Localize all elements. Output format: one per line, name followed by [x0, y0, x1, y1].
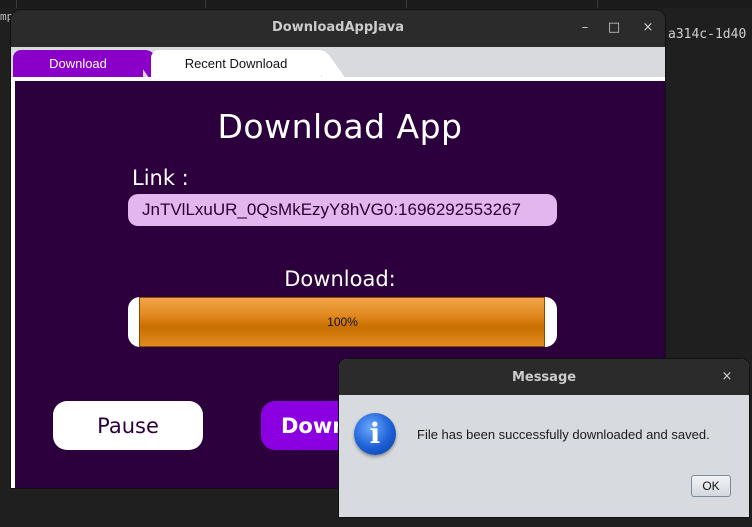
tab-label: Download	[49, 56, 107, 71]
desktop-tab	[206, 0, 407, 8]
download-label: Download:	[284, 267, 396, 291]
window-title: DownloadAppJava	[272, 20, 404, 35]
desktop-tab	[407, 0, 598, 8]
tab-download[interactable]: Download	[13, 50, 143, 77]
ok-button[interactable]: OK	[691, 475, 731, 497]
dialog-title: Message	[511, 370, 577, 385]
message-dialog: Message × i File has been successfully d…	[339, 359, 749, 517]
dialog-message: File has been successfully downloaded an…	[417, 427, 710, 442]
tab-label: Recent Download	[184, 56, 288, 71]
background-terminal-text: a314c-1d40	[668, 27, 747, 42]
page-title: Download App	[217, 107, 463, 146]
maximize-icon[interactable]: □	[604, 18, 624, 38]
minimize-icon[interactable]: –	[575, 18, 595, 38]
window-titlebar[interactable]: DownloadAppJava – □ ×	[11, 10, 665, 47]
desktop-tab	[0, 0, 17, 8]
tab-strip: Download Recent Download	[11, 47, 665, 77]
tab-recent-download[interactable]: Recent Download	[151, 50, 321, 77]
link-label: Link :	[132, 166, 189, 190]
progress-bar: 100%	[128, 297, 557, 347]
progress-text: 100%	[327, 315, 358, 329]
close-icon[interactable]: ×	[717, 367, 737, 387]
info-icon: i	[354, 413, 396, 455]
dialog-titlebar[interactable]: Message ×	[339, 359, 749, 395]
close-icon[interactable]: ×	[638, 18, 658, 38]
link-input[interactable]	[128, 194, 557, 226]
pause-button[interactable]: Pause	[53, 401, 203, 450]
desktop-top-bar	[0, 0, 752, 8]
desktop-tab	[17, 0, 206, 8]
